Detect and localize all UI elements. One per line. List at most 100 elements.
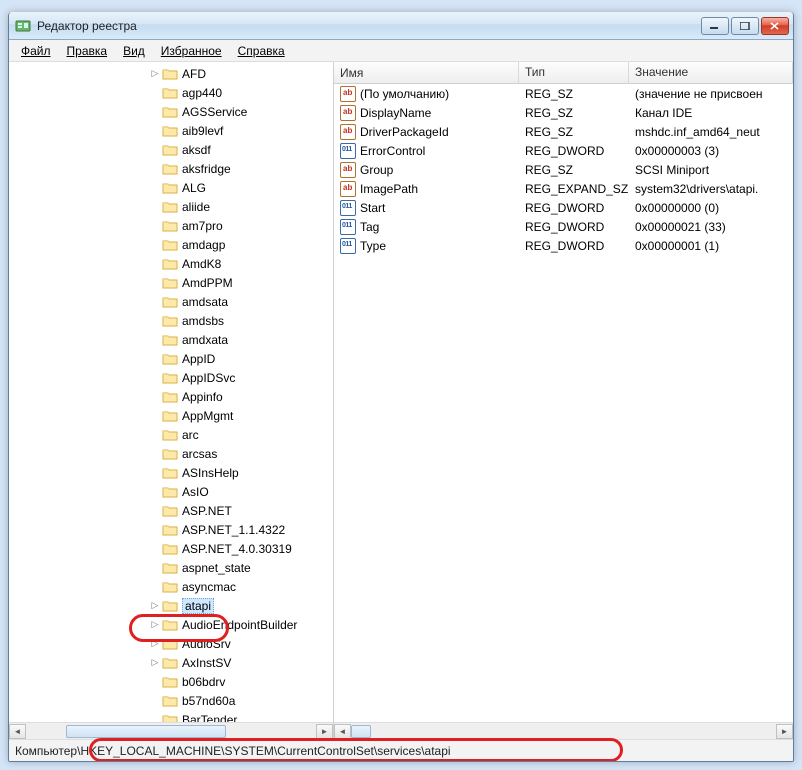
- tree-item-arcsas[interactable]: arcsas: [9, 444, 333, 463]
- tree-item-appid[interactable]: AppID: [9, 349, 333, 368]
- tree-item-amdsata[interactable]: amdsata: [9, 292, 333, 311]
- menu-favorites[interactable]: Избранное: [153, 41, 230, 61]
- scroll-thumb[interactable]: [66, 725, 226, 738]
- folder-icon: [162, 333, 178, 347]
- tree-item-aksfridge[interactable]: aksfridge: [9, 159, 333, 178]
- tree-item-asinshelp[interactable]: ASInsHelp: [9, 463, 333, 482]
- scroll-right-icon[interactable]: ►: [776, 724, 793, 739]
- tree-item-afd[interactable]: ▷AFD: [9, 64, 333, 83]
- tree-item-appmgmt[interactable]: AppMgmt: [9, 406, 333, 425]
- expand-icon: [149, 106, 161, 118]
- tree-item-appidsvc[interactable]: AppIDSvc: [9, 368, 333, 387]
- tree-item-audiosrv[interactable]: ▷AudioSrv: [9, 634, 333, 653]
- tree-item-aksdf[interactable]: aksdf: [9, 140, 333, 159]
- value-row[interactable]: ErrorControlREG_DWORD0x00000003 (3): [334, 141, 793, 160]
- col-header-value[interactable]: Значение: [629, 62, 793, 83]
- list-hscroll[interactable]: ◄ ►: [334, 722, 793, 739]
- folder-icon: [162, 485, 178, 499]
- binary-value-icon: [340, 200, 356, 216]
- tree-item-atapi[interactable]: ▷ atapi: [9, 596, 333, 615]
- value-row[interactable]: GroupREG_SZSCSI Miniport: [334, 160, 793, 179]
- expand-icon[interactable]: ▷: [149, 638, 161, 650]
- tree-item-axinstsv[interactable]: ▷AxInstSV: [9, 653, 333, 672]
- expand-icon[interactable]: ▷: [149, 657, 161, 669]
- tree-item-arc[interactable]: arc: [9, 425, 333, 444]
- expand-icon[interactable]: ▷: [149, 68, 161, 80]
- expand-icon: [149, 201, 161, 213]
- tree-item-asio[interactable]: AsIO: [9, 482, 333, 501]
- registry-tree[interactable]: ▷AFD agp440 AGSServiceaib9levfaksdfaksfrid…: [9, 62, 333, 722]
- value-row[interactable]: DisplayNameREG_SZКанал IDE: [334, 103, 793, 122]
- close-button[interactable]: [761, 17, 789, 35]
- tree-item-label: atapi: [182, 598, 214, 614]
- tree-item-agp440[interactable]: agp440: [9, 83, 333, 102]
- folder-icon: [162, 561, 178, 575]
- value-type: REG_SZ: [519, 87, 629, 101]
- tree-item-aliide[interactable]: aliide: [9, 197, 333, 216]
- list-header[interactable]: Имя Тип Значение: [334, 62, 793, 84]
- tree-item-amdppm[interactable]: AmdPPM: [9, 273, 333, 292]
- value-row[interactable]: ImagePathREG_EXPAND_SZsystem32\drivers\a…: [334, 179, 793, 198]
- tree-item-asp-net-4-0-30319[interactable]: ASP.NET_4.0.30319: [9, 539, 333, 558]
- menu-help[interactable]: Справка: [230, 41, 293, 61]
- tree-item-am7pro[interactable]: am7pro: [9, 216, 333, 235]
- folder-icon: [162, 67, 178, 81]
- value-row[interactable]: TypeREG_DWORD0x00000001 (1): [334, 236, 793, 255]
- menu-view[interactable]: Вид: [115, 41, 153, 61]
- tree-item-asyncmac[interactable]: asyncmac: [9, 577, 333, 596]
- content-area: ▷AFD agp440 AGSServiceaib9levfaksdfaksfrid…: [9, 62, 793, 739]
- tree-item-amdagp[interactable]: amdagp: [9, 235, 333, 254]
- minimize-button[interactable]: [701, 17, 729, 35]
- tree-item-label: agp440: [182, 86, 222, 100]
- menu-file[interactable]: Файл: [13, 41, 59, 61]
- tree-item-asp-net[interactable]: ASP.NET: [9, 501, 333, 520]
- tree-hscroll[interactable]: ◄ ►: [9, 722, 333, 739]
- tree-item-amdxata[interactable]: amdxata: [9, 330, 333, 349]
- expand-icon: [149, 239, 161, 251]
- value-row[interactable]: DriverPackageIdREG_SZmshdc.inf_amd64_neu…: [334, 122, 793, 141]
- tree-item-alg[interactable]: ALG: [9, 178, 333, 197]
- tree-item-appinfo[interactable]: Appinfo: [9, 387, 333, 406]
- scroll-left-icon[interactable]: ◄: [334, 724, 351, 739]
- tree-item-amdk8[interactable]: AmdK8: [9, 254, 333, 273]
- folder-icon: [162, 238, 178, 252]
- expand-icon: [149, 486, 161, 498]
- value-data: (значение не присвоен: [629, 87, 793, 101]
- value-row[interactable]: (По умолчанию)REG_SZ(значение не присвое…: [334, 84, 793, 103]
- string-value-icon: [340, 105, 356, 121]
- col-header-name[interactable]: Имя: [334, 62, 519, 83]
- expand-icon[interactable]: ▷: [149, 619, 161, 631]
- tree-item-b06bdrv[interactable]: b06bdrv: [9, 672, 333, 691]
- tree-item-audioendpointbuilder[interactable]: ▷AudioEndpointBuilder: [9, 615, 333, 634]
- tree-item-aib9levf[interactable]: aib9levf: [9, 121, 333, 140]
- tree-item-aspnet-state[interactable]: aspnet_state: [9, 558, 333, 577]
- tree-item-bartender[interactable]: BarTender: [9, 710, 333, 722]
- tree-item-label: amdsata: [182, 295, 228, 309]
- scroll-left-icon[interactable]: ◄: [9, 724, 26, 739]
- tree-item-label: aspnet_state: [182, 561, 251, 575]
- maximize-button[interactable]: [731, 17, 759, 35]
- col-header-type[interactable]: Тип: [519, 62, 629, 83]
- folder-icon: [162, 352, 178, 366]
- value-data: mshdc.inf_amd64_neut: [629, 125, 793, 139]
- titlebar[interactable]: Редактор реестра: [9, 12, 793, 40]
- value-row[interactable]: StartREG_DWORD0x00000000 (0): [334, 198, 793, 217]
- menu-edit[interactable]: Правка: [59, 41, 116, 61]
- window-title: Редактор реестра: [37, 19, 137, 33]
- value-row[interactable]: TagREG_DWORD0x00000021 (33): [334, 217, 793, 236]
- registry-editor-window: Редактор реестра Файл Правка Вид Избранн…: [8, 12, 794, 762]
- binary-value-icon: [340, 219, 356, 235]
- tree-item-b57nd60a[interactable]: b57nd60a: [9, 691, 333, 710]
- tree-item-agsservice[interactable]: AGSService: [9, 102, 333, 121]
- tree-item-amdsbs[interactable]: amdsbs: [9, 311, 333, 330]
- folder-icon: [162, 542, 178, 556]
- tree-item-asp-net-1-1-4322[interactable]: ASP.NET_1.1.4322: [9, 520, 333, 539]
- expand-icon: [149, 714, 161, 723]
- expand-icon[interactable]: ▷: [149, 600, 161, 612]
- folder-icon: [162, 181, 178, 195]
- value-data: 0x00000003 (3): [629, 144, 793, 158]
- expand-icon: [149, 372, 161, 384]
- scroll-thumb[interactable]: [351, 725, 371, 738]
- scroll-right-icon[interactable]: ►: [316, 724, 333, 739]
- values-list[interactable]: (По умолчанию)REG_SZ(значение не присвое…: [334, 84, 793, 722]
